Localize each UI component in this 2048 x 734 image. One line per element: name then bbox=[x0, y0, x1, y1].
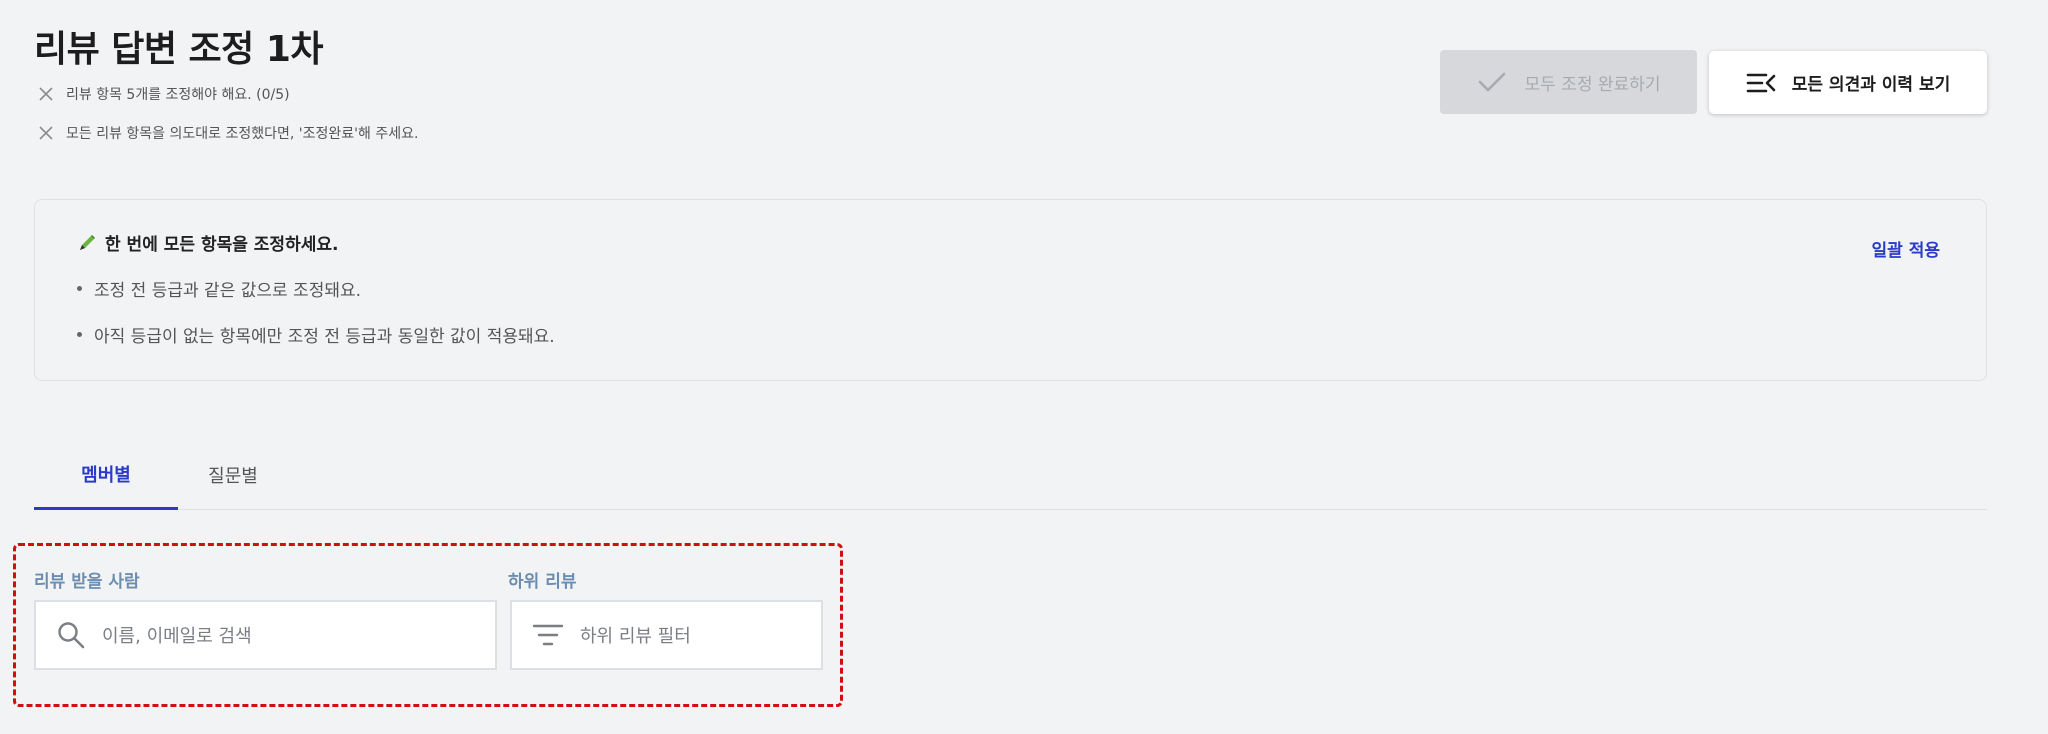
reviewee-search-input[interactable]: 이름, 이메일로 검색 bbox=[34, 600, 497, 670]
pencil-icon bbox=[80, 234, 95, 250]
tab-by-member[interactable]: 멤버별 bbox=[34, 440, 178, 510]
view-history-button[interactable]: 모든 의견과 이력 보기 bbox=[1709, 51, 1987, 114]
complete-all-label: 모두 조정 완료하기 bbox=[1524, 74, 1661, 95]
notice-title: 한 번에 모든 항목을 조정하세요. bbox=[77, 230, 338, 255]
close-icon bbox=[39, 87, 53, 101]
view-history-label: 모든 의견과 이력 보기 bbox=[1791, 75, 1951, 95]
notice-item: 조정 전 등급과 같은 값으로 조정돼요. bbox=[77, 276, 361, 301]
filter-placeholder: 하위 리뷰 필터 bbox=[580, 626, 691, 647]
reviewee-label: 리뷰 받을 사람 bbox=[34, 572, 140, 592]
search-icon bbox=[58, 622, 85, 649]
notice-item-text: 아직 등급이 없는 항목에만 조정 전 등급과 동일한 값이 적용돼요. bbox=[94, 327, 555, 347]
view-tabs: 멤버별 질문별 bbox=[34, 440, 1987, 510]
bullet-icon bbox=[77, 286, 82, 291]
notice-item-text: 조정 전 등급과 같은 값으로 조정돼요. bbox=[94, 281, 362, 301]
list-collapse-icon bbox=[1746, 73, 1776, 92]
check-icon bbox=[1478, 72, 1505, 92]
close-icon bbox=[39, 126, 53, 140]
bullet-icon bbox=[77, 332, 82, 337]
complete-all-button[interactable]: 모두 조정 완료하기 bbox=[1440, 50, 1697, 114]
bulk-apply-link[interactable]: 일괄 적용 bbox=[1872, 236, 1940, 261]
requirement-text: 모든 리뷰 항목을 의도대로 조정했다면, '조정완료'해 주세요. bbox=[66, 126, 419, 142]
tab-by-question[interactable]: 질문별 bbox=[178, 440, 288, 510]
requirement-text: 리뷰 항목 5개를 조정해야 해요. (0/5) bbox=[66, 87, 290, 103]
review-adjustment-page: 리뷰 답변 조정 1차 리뷰 항목 5개를 조정해야 해요. (0/5) 모든 … bbox=[0, 0, 2048, 734]
search-placeholder: 이름, 이메일로 검색 bbox=[102, 626, 252, 647]
filter-icon bbox=[532, 624, 564, 646]
notice-title-text: 한 번에 모든 항목을 조정하세요. bbox=[105, 235, 339, 255]
requirement-item: 모든 리뷰 항목을 의도대로 조정했다면, '조정완료'해 주세요. bbox=[36, 123, 418, 143]
sub-review-label: 하위 리뷰 bbox=[508, 572, 577, 592]
requirement-item: 리뷰 항목 5개를 조정해야 해요. (0/5) bbox=[36, 84, 290, 104]
page-title: 리뷰 답변 조정 1차 bbox=[34, 29, 324, 70]
bulk-apply-notice: 한 번에 모든 항목을 조정하세요. 조정 전 등급과 같은 값으로 조정돼요.… bbox=[34, 199, 1987, 381]
sub-review-filter[interactable]: 하위 리뷰 필터 bbox=[510, 600, 823, 670]
notice-item: 아직 등급이 없는 항목에만 조정 전 등급과 동일한 값이 적용돼요. bbox=[77, 322, 555, 347]
